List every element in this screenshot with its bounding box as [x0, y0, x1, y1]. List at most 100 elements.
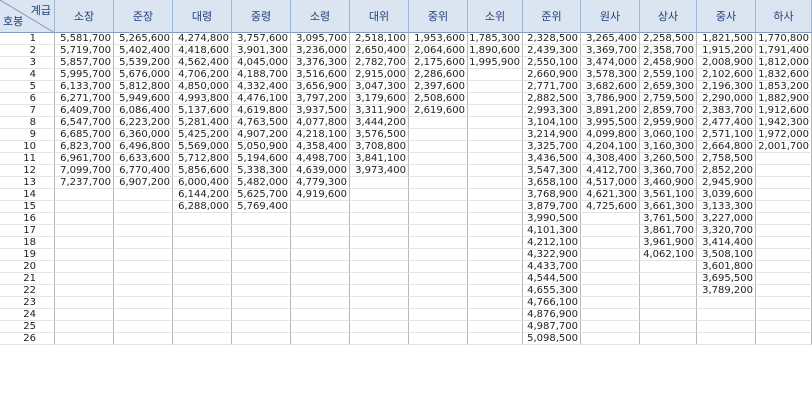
table-cell[interactable]: 1,853,200 — [756, 81, 812, 93]
table-cell[interactable]: 3,360,700 — [640, 165, 697, 177]
table-cell[interactable] — [409, 333, 468, 345]
table-cell[interactable]: 2,559,100 — [640, 69, 697, 81]
table-cell[interactable]: 2,064,600 — [409, 45, 468, 57]
table-cell[interactable] — [173, 321, 232, 333]
table-cell[interactable]: 4,919,600 — [291, 189, 350, 201]
table-cell[interactable]: 4,418,600 — [173, 45, 232, 57]
table-cell[interactable]: 3,325,700 — [523, 141, 581, 153]
table-cell[interactable]: 1,882,900 — [756, 93, 812, 105]
table-cell[interactable]: 3,508,100 — [697, 249, 756, 261]
table-cell[interactable]: 4,766,100 — [523, 297, 581, 309]
table-cell[interactable]: 4,706,200 — [173, 69, 232, 81]
table-cell[interactable] — [409, 273, 468, 285]
table-cell[interactable] — [173, 213, 232, 225]
table-cell[interactable]: 3,474,000 — [581, 57, 640, 69]
table-cell[interactable]: 4,476,100 — [232, 93, 291, 105]
table-cell[interactable] — [350, 237, 409, 249]
table-cell[interactable] — [756, 189, 812, 201]
table-cell[interactable] — [409, 141, 468, 153]
table-cell[interactable] — [291, 321, 350, 333]
table-cell[interactable]: 3,841,100 — [350, 153, 409, 165]
table-cell[interactable]: 2,175,600 — [409, 57, 468, 69]
table-cell[interactable]: 4,498,700 — [291, 153, 350, 165]
table-cell[interactable]: 3,973,400 — [350, 165, 409, 177]
table-cell[interactable]: 3,039,600 — [697, 189, 756, 201]
column-header[interactable]: 대령 — [173, 0, 232, 33]
table-cell[interactable]: 3,369,700 — [581, 45, 640, 57]
table-cell[interactable]: 2,458,900 — [640, 57, 697, 69]
table-cell[interactable]: 3,768,900 — [523, 189, 581, 201]
table-cell[interactable]: 4,077,800 — [291, 117, 350, 129]
table-cell[interactable] — [409, 201, 468, 213]
table-cell[interactable]: 3,682,600 — [581, 81, 640, 93]
table-cell[interactable]: 3,961,900 — [640, 237, 697, 249]
table-cell[interactable]: 3,995,500 — [581, 117, 640, 129]
table-cell[interactable] — [409, 225, 468, 237]
table-cell[interactable]: 1,942,300 — [756, 117, 812, 129]
table-cell[interactable]: 6,961,700 — [55, 153, 114, 165]
table-cell[interactable]: 3,695,500 — [697, 273, 756, 285]
table-cell[interactable]: 4,218,100 — [291, 129, 350, 141]
table-cell[interactable] — [232, 225, 291, 237]
table-cell[interactable] — [468, 117, 523, 129]
table-cell[interactable] — [581, 249, 640, 261]
table-cell[interactable] — [114, 201, 173, 213]
table-cell[interactable]: 3,516,600 — [291, 69, 350, 81]
table-cell[interactable]: 1,785,300 — [468, 33, 523, 45]
table-cell[interactable] — [581, 321, 640, 333]
table-cell[interactable]: 6,496,800 — [114, 141, 173, 153]
table-cell[interactable]: 3,547,300 — [523, 165, 581, 177]
table-cell[interactable]: 3,561,100 — [640, 189, 697, 201]
table-cell[interactable] — [756, 261, 812, 273]
table-cell[interactable] — [468, 225, 523, 237]
table-cell[interactable]: 6,823,700 — [55, 141, 114, 153]
table-cell[interactable]: 5,137,600 — [173, 105, 232, 117]
table-cell[interactable] — [291, 333, 350, 345]
table-cell[interactable] — [350, 249, 409, 261]
table-cell[interactable] — [173, 333, 232, 345]
table-cell[interactable]: 4,907,200 — [232, 129, 291, 141]
table-cell[interactable]: 4,655,300 — [523, 285, 581, 297]
table-cell[interactable] — [55, 321, 114, 333]
table-cell[interactable]: 3,227,000 — [697, 213, 756, 225]
table-cell[interactable]: 3,797,200 — [291, 93, 350, 105]
table-cell[interactable]: 5,050,900 — [232, 141, 291, 153]
table-cell[interactable] — [291, 237, 350, 249]
table-cell[interactable]: 2,518,100 — [350, 33, 409, 45]
table-cell[interactable] — [114, 273, 173, 285]
table-cell[interactable]: 3,260,500 — [640, 153, 697, 165]
table-cell[interactable] — [114, 321, 173, 333]
table-cell[interactable]: 6,000,400 — [173, 177, 232, 189]
table-cell[interactable]: 1,890,600 — [468, 45, 523, 57]
table-cell[interactable]: 3,757,600 — [232, 33, 291, 45]
table-cell[interactable]: 7,237,700 — [55, 177, 114, 189]
table-cell[interactable]: 2,008,900 — [697, 57, 756, 69]
table-cell[interactable] — [581, 285, 640, 297]
table-cell[interactable]: 6,633,600 — [114, 153, 173, 165]
table-cell[interactable]: 3,060,100 — [640, 129, 697, 141]
table-cell[interactable] — [232, 297, 291, 309]
table-cell[interactable] — [114, 309, 173, 321]
table-cell[interactable] — [291, 261, 350, 273]
table-cell[interactable] — [409, 285, 468, 297]
table-cell[interactable]: 3,265,400 — [581, 33, 640, 45]
table-cell[interactable]: 4,876,900 — [523, 309, 581, 321]
table-cell[interactable]: 5,194,600 — [232, 153, 291, 165]
table-cell[interactable] — [468, 297, 523, 309]
column-header[interactable]: 소령 — [291, 0, 350, 33]
table-cell[interactable]: 5,539,200 — [114, 57, 173, 69]
table-cell[interactable] — [350, 297, 409, 309]
table-cell[interactable] — [468, 333, 523, 345]
table-cell[interactable]: 5,402,400 — [114, 45, 173, 57]
table-cell[interactable]: 3,661,300 — [640, 201, 697, 213]
table-cell[interactable]: 3,879,700 — [523, 201, 581, 213]
table-cell[interactable] — [291, 201, 350, 213]
table-cell[interactable] — [409, 165, 468, 177]
table-cell[interactable] — [55, 249, 114, 261]
table-cell[interactable] — [468, 273, 523, 285]
table-cell[interactable] — [468, 249, 523, 261]
table-cell[interactable] — [55, 285, 114, 297]
table-cell[interactable] — [173, 237, 232, 249]
table-cell[interactable]: 1,915,200 — [697, 45, 756, 57]
table-cell[interactable] — [114, 237, 173, 249]
